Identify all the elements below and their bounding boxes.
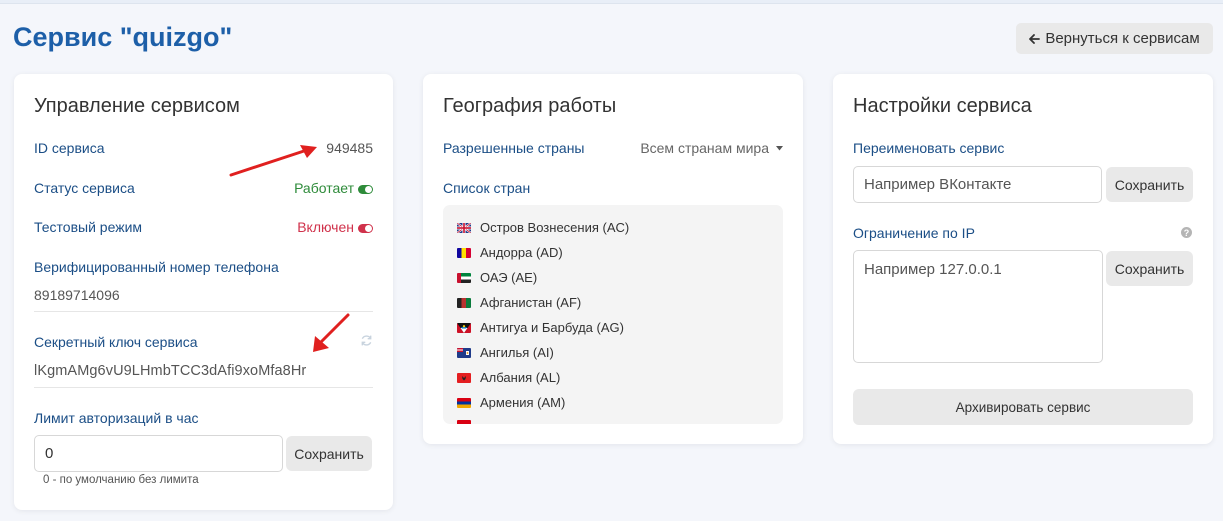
allowed-countries-select[interactable]: Всем странам мира bbox=[640, 140, 783, 156]
service-settings-card: Настройки сервиса Переименовать сервис Н… bbox=[833, 74, 1213, 444]
ip-restriction-label: Ограничение по IP bbox=[853, 225, 975, 241]
allowed-countries-label: Разрешенные страны bbox=[443, 140, 585, 156]
service-id-value: 949485 bbox=[326, 140, 373, 156]
annotation-arrow-icon bbox=[229, 145, 317, 177]
test-mode-toggle[interactable]: Включен bbox=[297, 219, 373, 235]
refresh-icon[interactable] bbox=[360, 334, 373, 347]
ip-restriction-textarea[interactable]: Например 127.0.0.1 bbox=[853, 250, 1103, 363]
flag-ae-icon bbox=[457, 272, 471, 283]
country-name: Остров Вознесения (AC) bbox=[480, 220, 630, 235]
list-item[interactable]: Албания (AL) bbox=[457, 370, 560, 385]
list-item[interactable]: Остров Вознесения (AC) bbox=[457, 220, 629, 235]
rename-save-button[interactable]: Сохранить bbox=[1106, 167, 1193, 202]
country-name: Андорра (AD) bbox=[480, 245, 563, 260]
secret-key-value: lKgmAMg6vU9LHmbTCC3dAfi9xoMfa8Hr bbox=[34, 363, 307, 379]
help-icon[interactable]: ? bbox=[1181, 227, 1192, 238]
country-name: Албания (AL) bbox=[480, 370, 561, 385]
allowed-countries-value: Всем странам мира bbox=[640, 140, 769, 156]
country-name: Антигуа и Барбуда (AG) bbox=[480, 320, 624, 335]
service-management-card: Управление сервисом ID сервиса 949485 Ст… bbox=[14, 74, 393, 510]
phone-label: Верифицированный номер телефона bbox=[34, 259, 279, 275]
toggle-on-icon bbox=[358, 184, 373, 194]
flag-ai-icon bbox=[457, 347, 471, 358]
flag-al-icon bbox=[457, 372, 471, 383]
service-id-label: ID сервиса bbox=[34, 140, 105, 156]
list-item[interactable]: Армения (AM) bbox=[457, 395, 565, 410]
flag-af-icon bbox=[457, 297, 471, 308]
arrow-left-icon bbox=[1029, 33, 1041, 44]
service-status-value: Работает bbox=[294, 180, 354, 196]
ip-placeholder: Например 127.0.0.1 bbox=[864, 261, 1002, 278]
flag-am-icon bbox=[457, 397, 471, 408]
back-button-label: Вернуться к сервисам bbox=[1045, 30, 1200, 47]
settings-title: Настройки сервиса bbox=[853, 95, 1032, 117]
top-bar bbox=[0, 0, 1223, 4]
auth-limit-value: 0 bbox=[45, 445, 54, 462]
test-mode-label: Тестовый режим bbox=[34, 219, 143, 235]
flag-ad-icon bbox=[457, 247, 471, 258]
list-item[interactable]: Андорра (AD) bbox=[457, 245, 563, 260]
list-item[interactable]: Ангилья (AI) bbox=[457, 345, 554, 360]
list-item[interactable]: Антигуа и Барбуда (AG) bbox=[457, 320, 624, 335]
list-item[interactable]: ОАЭ (AE) bbox=[457, 270, 537, 285]
back-to-services-button[interactable]: Вернуться к сервисам bbox=[1016, 23, 1213, 54]
country-name: Армения (AM) bbox=[480, 395, 566, 410]
auth-limit-input[interactable]: 0 bbox=[34, 435, 283, 472]
flag-icon bbox=[457, 420, 471, 424]
ip-save-button[interactable]: Сохранить bbox=[1106, 251, 1193, 286]
country-name: Ангилья (AI) bbox=[480, 345, 554, 360]
country-name: ОАЭ (AE) bbox=[480, 270, 538, 285]
auth-limit-save-button[interactable]: Сохранить bbox=[286, 436, 372, 471]
flag-ag-icon bbox=[457, 322, 471, 333]
countries-list[interactable]: Остров Вознесения (AC) Андорра (AD) ОАЭ … bbox=[443, 205, 783, 424]
rename-input[interactable]: Например ВКонтакте bbox=[853, 166, 1102, 203]
list-item[interactable]: Афганистан (AF) bbox=[457, 295, 581, 310]
countries-list-label: Список стран bbox=[443, 180, 531, 196]
auth-limit-label: Лимит авторизаций в час bbox=[34, 410, 199, 426]
flag-gb-icon bbox=[457, 222, 471, 233]
geography-card: География работы Разрешенные страны Всем… bbox=[423, 74, 803, 444]
rename-placeholder: Например ВКонтакте bbox=[864, 176, 1012, 193]
auth-limit-hint: 0 - по умолчанию без лимита bbox=[43, 474, 199, 486]
country-name: Афганистан (AF) bbox=[480, 295, 582, 310]
archive-service-button[interactable]: Архивировать сервис bbox=[853, 389, 1193, 425]
page-title: Сервис "quizgo" bbox=[13, 22, 233, 52]
caret-down-icon bbox=[776, 145, 783, 150]
geography-title: География работы bbox=[443, 95, 617, 117]
divider bbox=[34, 387, 373, 388]
list-item-partial bbox=[457, 420, 471, 424]
phone-value: 89189714096 bbox=[34, 287, 120, 303]
service-status-label: Статус сервиса bbox=[34, 180, 135, 196]
secret-key-label: Секретный ключ сервиса bbox=[34, 334, 198, 350]
management-title: Управление сервисом bbox=[34, 95, 240, 117]
test-mode-value: Включен bbox=[297, 219, 354, 235]
toggle-on-icon bbox=[358, 223, 373, 233]
service-status-toggle[interactable]: Работает bbox=[294, 180, 373, 196]
annotation-arrow-icon bbox=[313, 313, 350, 352]
rename-label: Переименовать сервис bbox=[853, 140, 1005, 156]
